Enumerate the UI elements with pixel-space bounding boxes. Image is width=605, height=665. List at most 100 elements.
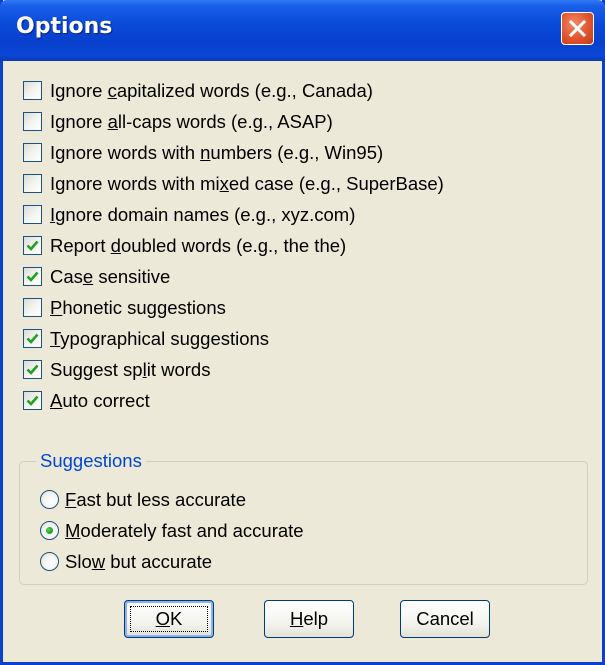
option-checkbox[interactable]: Ignore all-caps words (e.g., ASAP) <box>23 106 444 137</box>
label-key: a <box>107 110 118 132</box>
checkbox[interactable] <box>23 329 42 348</box>
label-post: oderately fast and accurate <box>80 519 304 541</box>
suggestion-radio[interactable]: Slow but accurate <box>40 546 304 577</box>
label-key: M <box>65 519 81 541</box>
dialog-body: Ignore capitalized words (e.g., Canada) I… <box>3 61 602 662</box>
label-pre: Ignore <box>50 110 108 132</box>
options-list: Ignore capitalized words (e.g., Canada) I… <box>23 75 444 416</box>
option-label: Ignore words with numbers (e.g., Win95) <box>50 142 383 164</box>
option-checkbox[interactable]: Suggest split words <box>23 354 444 385</box>
close-x-icon <box>569 20 586 37</box>
suggestions-radio-list: Fast but less accurate Moderately fast an… <box>40 484 304 577</box>
label-key: F <box>65 488 77 510</box>
option-label: Case sensitive <box>50 266 170 288</box>
radio-button[interactable] <box>40 552 59 571</box>
label-post: ypographical suggestions <box>60 327 270 349</box>
label-pre: Slo <box>65 550 92 572</box>
checkbox[interactable] <box>23 298 42 317</box>
checkbox[interactable] <box>23 112 42 131</box>
option-label: Ignore domain names (e.g., xyz.com) <box>50 204 355 226</box>
close-button[interactable] <box>561 12 594 45</box>
label-key: n <box>200 141 211 163</box>
title-bar[interactable]: Options <box>0 0 605 61</box>
checkbox[interactable] <box>23 391 42 410</box>
label-post: ast but less accurate <box>76 488 246 510</box>
check-mark-icon <box>26 364 39 375</box>
radio-label: Fast but less accurate <box>65 489 246 511</box>
option-checkbox[interactable]: Typographical suggestions <box>23 323 444 354</box>
option-label: Suggest split words <box>50 359 210 381</box>
options-dialog: Options Ignore capitalized words (e.g., … <box>0 0 605 665</box>
label-pre: Cas <box>50 265 83 287</box>
label-post: but accurate <box>105 550 213 572</box>
option-checkbox[interactable]: Ignore domain names (e.g., xyz.com) <box>23 199 444 230</box>
suggestions-group: Suggestions Fast but less accurate Modera… <box>19 450 588 585</box>
option-checkbox[interactable]: Ignore words with mixed case (e.g., Supe… <box>23 168 444 199</box>
checkbox[interactable] <box>23 81 42 100</box>
suggestions-group-title: Suggestions <box>36 450 146 472</box>
radio-dot-icon <box>46 527 53 534</box>
button-label: OK <box>156 608 183 630</box>
label-post: honetic suggestions <box>62 296 226 318</box>
checkbox[interactable] <box>23 360 42 379</box>
label-post: ll-caps words (e.g., ASAP) <box>117 110 333 132</box>
label-pre: Ignore words with mi <box>50 172 220 194</box>
label-key: d <box>110 234 121 256</box>
checkbox[interactable] <box>23 174 42 193</box>
label-post: elp <box>303 608 329 629</box>
check-mark-icon <box>26 333 39 344</box>
label-key: P <box>50 296 63 318</box>
label-pre: Report <box>50 234 111 256</box>
option-checkbox[interactable]: Auto correct <box>23 385 444 416</box>
checkbox[interactable] <box>23 205 42 224</box>
option-label: Phonetic suggestions <box>50 297 226 319</box>
label-key: c <box>107 79 117 101</box>
label-post: ed case (e.g., SuperBase) <box>228 172 444 194</box>
check-mark-icon <box>26 271 39 282</box>
radio-label: Moderately fast and accurate <box>65 520 304 542</box>
option-checkbox[interactable]: Case sensitive <box>23 261 444 292</box>
label-key: A <box>50 389 63 411</box>
cancel-button[interactable]: Cancel <box>400 600 490 638</box>
label-key: x <box>219 172 229 194</box>
label-post: Cancel <box>416 608 474 629</box>
checkbox[interactable] <box>23 236 42 255</box>
option-label: Auto correct <box>50 390 150 412</box>
label-post: uto correct <box>62 389 150 411</box>
option-label: Ignore words with mixed case (e.g., Supe… <box>50 173 444 195</box>
label-key: e <box>82 265 94 287</box>
label-pre: Ignore <box>50 79 108 101</box>
label-post: umbers (e.g., Win95) <box>210 141 384 163</box>
label-pre: Ignore words with <box>50 141 201 163</box>
button-label: Cancel <box>416 608 474 630</box>
label-key: H <box>289 608 304 629</box>
option-checkbox[interactable]: Ignore capitalized words (e.g., Canada) <box>23 75 444 106</box>
suggestion-radio[interactable]: Fast but less accurate <box>40 484 304 515</box>
label-post: gnore domain names (e.g., xyz.com) <box>55 203 356 225</box>
radio-button[interactable] <box>40 490 59 509</box>
option-checkbox[interactable]: Ignore words with numbers (e.g., Win95) <box>23 137 444 168</box>
label-post: sensitive <box>93 265 171 287</box>
label-post: oubled words (e.g., the the) <box>120 234 347 256</box>
button-label: Help <box>290 608 328 630</box>
label-post: apitalized words (e.g., Canada) <box>116 79 373 101</box>
label-post: K <box>170 608 183 629</box>
suggestion-radio[interactable]: Moderately fast and accurate <box>40 515 304 546</box>
check-mark-icon <box>26 240 39 251</box>
help-button[interactable]: Help <box>264 600 354 638</box>
option-label: Report doubled words (e.g., the the) <box>50 235 346 257</box>
label-key: O <box>155 608 171 629</box>
label-key: T <box>50 327 61 349</box>
option-checkbox[interactable]: Report doubled words (e.g., the the) <box>23 230 444 261</box>
option-label: Typographical suggestions <box>50 328 269 350</box>
option-checkbox[interactable]: Phonetic suggestions <box>23 292 444 323</box>
label-post: it words <box>146 358 211 380</box>
checkbox[interactable] <box>23 267 42 286</box>
ok-button[interactable]: OK <box>124 600 214 638</box>
label-pre: Suggest sp <box>50 358 143 380</box>
dialog-title: Options <box>16 14 113 39</box>
label-key: w <box>91 550 106 572</box>
checkbox[interactable] <box>23 143 42 162</box>
radio-button[interactable] <box>40 521 59 540</box>
option-label: Ignore capitalized words (e.g., Canada) <box>50 80 373 102</box>
